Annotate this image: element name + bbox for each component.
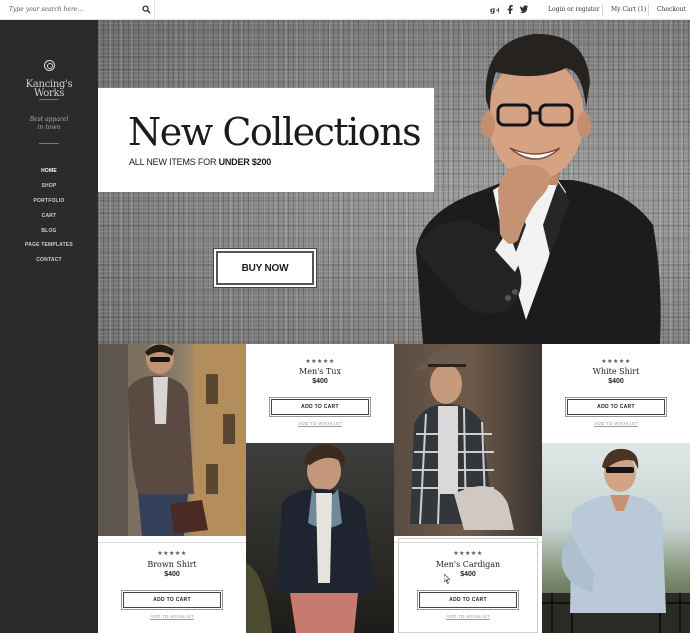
facebook-icon[interactable]: [507, 5, 513, 14]
add-to-wishlist-link[interactable]: ADD TO WISHLIST: [542, 421, 690, 426]
product-photo-navy-blazer[interactable]: [246, 443, 394, 633]
tagline: Best apparel in town: [0, 116, 98, 132]
hero-title-panel: New Collections ALL NEW ITEMS FOR UNDER …: [98, 88, 434, 192]
divider: [39, 143, 59, 144]
divider: [648, 4, 649, 16]
product-price: $400: [608, 378, 624, 385]
add-to-cart-button[interactable]: ADD TO CART: [270, 398, 370, 416]
brand-line-2: Works: [33, 88, 65, 99]
add-to-wishlist-link[interactable]: ADD TO WISHLIST: [246, 421, 394, 426]
svg-text:g+: g+: [490, 6, 499, 15]
hero-subtitle-strong: UNDER $200: [218, 157, 272, 167]
product-price: $400: [312, 378, 328, 385]
add-to-cart-button[interactable]: ADD TO CART: [418, 591, 518, 609]
mouse-cursor-icon: [444, 574, 450, 584]
product-photo-illustration: [410, 349, 514, 530]
nav-item-shop[interactable]: SHOP: [0, 183, 98, 189]
product-photo-illustration: [542, 448, 690, 633]
hero-subtitle-prefix: ALL NEW ITEMS FOR: [129, 157, 219, 167]
add-to-cart-button[interactable]: ADD TO CART: [122, 591, 222, 609]
nav-item-portfolio[interactable]: PORTFOLIO: [0, 198, 98, 204]
twitter-icon[interactable]: [520, 5, 528, 13]
cart-link[interactable]: My Cart (1): [611, 6, 646, 13]
top-bar: Type your search here... g+ Login or reg…: [0, 0, 690, 20]
nav-item-blog[interactable]: BLOG: [0, 228, 98, 234]
add-to-wishlist-link[interactable]: ADD TO WISHLIST: [394, 614, 542, 619]
product-photo-illustration: [98, 344, 246, 536]
tagline-line-2: in town: [37, 124, 61, 131]
product-photo-brown-blazer[interactable]: [98, 344, 246, 536]
logo-icon[interactable]: [44, 60, 55, 71]
product-name[interactable]: Men's Cardigan: [394, 560, 542, 569]
checkout-link[interactable]: Checkout: [657, 6, 686, 13]
product-photo-illustration: [246, 444, 376, 633]
divider: [98, 542, 246, 543]
logo-text[interactable]: Kancing's Works: [0, 80, 98, 99]
product-card-white-shirt: ★★★★★ White Shirt $400 ADD TO CART ADD T…: [542, 344, 690, 443]
sidebar: Kancing's Works Best apparel in town HOM…: [0, 20, 98, 633]
product-photo-plaid-shirt[interactable]: [394, 344, 542, 536]
nav-item-contact[interactable]: CONTACT: [0, 257, 98, 263]
divider: [394, 542, 542, 543]
divider: [602, 4, 603, 16]
google-plus-icon[interactable]: g+: [490, 5, 499, 15]
rating-stars: ★★★★★: [453, 551, 483, 557]
product-price: $400: [164, 571, 180, 578]
hero-banner: New Collections ALL NEW ITEMS FOR UNDER …: [98, 20, 690, 344]
rating-stars: ★★★★★: [157, 551, 187, 557]
tagline-line-1: Best apparel: [29, 116, 69, 123]
buy-now-button[interactable]: BUY NOW: [214, 249, 316, 287]
nav-item-cart[interactable]: CART: [0, 213, 98, 219]
product-price: $400: [460, 571, 476, 578]
nav-item-page-templates[interactable]: PAGE TEMPLATES: [0, 242, 98, 248]
product-name[interactable]: Brown Shirt: [98, 560, 246, 569]
hero-subtitle: ALL NEW ITEMS FOR UNDER $200: [129, 157, 271, 167]
search-box[interactable]: Type your search here...: [0, 0, 155, 20]
hero-model-photo: [416, 33, 661, 344]
search-icon[interactable]: [142, 5, 151, 14]
rating-stars: ★★★★★: [305, 359, 335, 365]
product-name[interactable]: Men's Tux: [246, 367, 394, 376]
rating-stars: ★★★★★: [601, 359, 631, 365]
add-to-wishlist-link[interactable]: ADD TO WISHLIST: [98, 614, 246, 619]
add-to-cart-button[interactable]: ADD TO CART: [566, 398, 666, 416]
product-card-mens-cardigan: ★★★★★ Men's Cardigan $400 ADD TO CART AD…: [394, 536, 542, 633]
divider: [39, 99, 59, 100]
login-link[interactable]: Login or register: [548, 6, 600, 13]
nav-item-home[interactable]: HOME: [0, 168, 98, 174]
product-photo-white-shirt[interactable]: [542, 443, 690, 633]
hero-title: New Collections: [128, 110, 422, 154]
product-name[interactable]: White Shirt: [542, 367, 690, 376]
search-input[interactable]: Type your search here...: [9, 6, 83, 13]
product-card-brown-shirt: ★★★★★ Brown Shirt $400 ADD TO CART ADD T…: [98, 536, 246, 633]
product-card-mens-tux: ★★★★★ Men's Tux $400 ADD TO CART ADD TO …: [246, 344, 394, 443]
